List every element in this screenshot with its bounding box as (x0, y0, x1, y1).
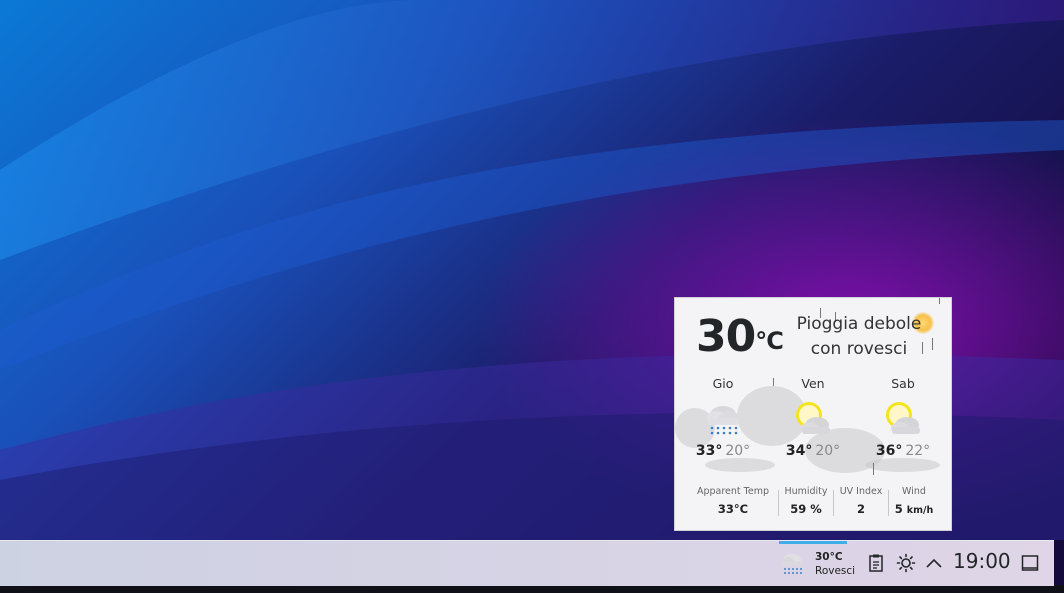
condition-line-2: con rovesci (810, 339, 908, 359)
apparent-temp-detail: Apparent Temp 33°C (693, 486, 773, 516)
current-temperature: 30°C (696, 311, 784, 362)
detail-label: Humidity (784, 486, 828, 497)
clipboard-icon[interactable] (866, 553, 886, 573)
detail-value: 2 (856, 502, 865, 516)
humidity-detail: Humidity 59 % (779, 486, 833, 516)
forecast-day-name: Gio (712, 376, 734, 391)
detail-value: 5 km/h (894, 502, 934, 516)
detail-value: 59 % (790, 502, 822, 516)
wind-detail: Wind 5 km/h (889, 486, 939, 516)
forecast-high: 33° (695, 443, 723, 459)
background-cloud-decoration (865, 458, 940, 472)
forecast-low: 22° (905, 443, 931, 459)
partly-cloudy-icon (793, 399, 833, 439)
show-desktop-icon[interactable] (1021, 554, 1039, 572)
rain-cloud-icon (780, 551, 804, 577)
partly-cloudy-icon (883, 399, 923, 439)
detail-value: 33°C (717, 502, 749, 516)
detail-label: Apparent Temp (696, 486, 769, 497)
brightness-icon[interactable] (896, 553, 916, 573)
tray-weather-temp: 30°C (815, 551, 843, 563)
forecast-low: 20° (725, 443, 751, 459)
forecast-high: 36° (875, 443, 903, 459)
detail-label: Wind (902, 486, 926, 497)
rain-streak-decoration (932, 338, 933, 350)
forecast-day: Sab 36° 22° (863, 376, 943, 459)
forecast-high: 34° (785, 443, 813, 459)
detail-label: UV Index (839, 486, 883, 497)
weather-applet[interactable] (776, 541, 852, 586)
digital-clock[interactable]: 19:00 (953, 549, 1011, 573)
taskbar: 30°C Rovesci 19:00 (0, 540, 1054, 586)
weather-popup: 30°C Pioggia debole con rovesci Gio 33° 2… (674, 297, 952, 531)
forecast-day: Gio 33° 20° (683, 376, 763, 459)
rain-snow-cloud-icon (703, 399, 743, 439)
current-condition: Pioggia debole con rovesci (787, 312, 931, 362)
forecast-day-name: Sab (891, 376, 915, 391)
tray-weather-condition: Rovesci (815, 565, 856, 577)
forecast-day: Ven 34° 20° (773, 376, 853, 459)
forecast-day-name: Ven (801, 376, 825, 391)
background-cloud-decoration (705, 458, 775, 472)
rain-streak-decoration (873, 463, 874, 475)
condition-line-1: Pioggia debole (796, 314, 922, 334)
uv-index-detail: UV Index 2 (834, 486, 888, 516)
rain-streak-decoration (939, 298, 940, 304)
chevron-up-icon[interactable] (924, 553, 944, 573)
forecast-low: 20° (815, 443, 841, 459)
